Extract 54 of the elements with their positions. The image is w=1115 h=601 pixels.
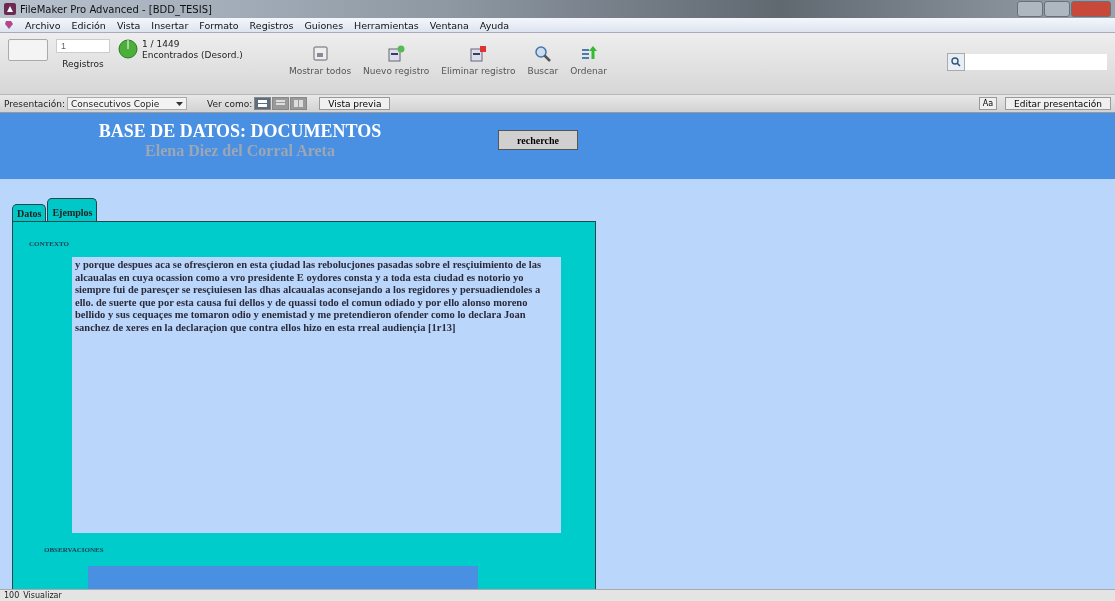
list-view-icon: [276, 100, 286, 107]
menu-item[interactable]: Edición: [71, 19, 106, 31]
toolbar-button[interactable]: Mostrar todos: [286, 39, 354, 76]
toolbar-button[interactable]: Buscar: [525, 39, 561, 76]
recherche-button[interactable]: recherche: [498, 130, 578, 150]
page-title: BASE DE DATOS: DOCUMENTOS: [98, 121, 382, 141]
found-status: Encontrados (Desord.): [142, 50, 243, 61]
record-navigator[interactable]: [8, 39, 48, 61]
menu-item[interactable]: Insertar: [151, 19, 189, 31]
maximize-button[interactable]: [1044, 1, 1070, 17]
menu-item[interactable]: Registros: [249, 19, 294, 31]
search-menu-icon[interactable]: [947, 53, 965, 71]
tab[interactable]: Ejemplos: [47, 198, 98, 221]
edit-layout-button[interactable]: Editar presentación: [1005, 97, 1111, 110]
menu-item[interactable]: Guiones: [304, 19, 344, 31]
app-icon: [4, 3, 16, 15]
toolbar-button[interactable]: Eliminar registro: [439, 39, 518, 76]
menu-item[interactable]: Formato: [199, 19, 239, 31]
text-field[interactable]: y porque despues aca se ofresçieron en esta çiudad las rebolucjones pasadas sobre el resçiuimiento de las alcaualas en cuya ocassion como a vro presidente E oydores consta y a toda esta ciudad es notorio yo siempre fui de paresçer se resçiuiesen las dhas alcaualas aconsejando a los regidores y persuadiendoles a ello. de suerte que por esta causa fui dellos y de quassi todo el comun odiado y por ello alonso moreno bellido y sus cequaçes me tomaron odio y enemistad y me pretendieron ofender como lo declara Joan sanchez de xeres en la declaraçion que contra ellos hizo en esta rreal audiençia [1r13]: [72, 257, 561, 533]
records-label: Registros: [62, 59, 104, 69]
search-icon: [533, 45, 552, 63]
record-number-field[interactable]: 1: [56, 39, 110, 53]
window-title: FileMaker Pro Advanced - [BDD_TESIS]: [20, 3, 212, 15]
preview-button[interactable]: Vista previa: [319, 97, 391, 110]
layout-label: Presentación:: [4, 98, 65, 109]
view-button[interactable]: [290, 97, 308, 110]
record-pie-icon: [118, 39, 138, 59]
tab[interactable]: Datos: [12, 204, 47, 221]
record-count: 1 / 1449: [142, 39, 181, 50]
font-button[interactable]: Aa: [978, 97, 998, 110]
search-field[interactable]: [965, 54, 1107, 70]
menu-item[interactable]: Vista: [116, 19, 141, 31]
menu-item[interactable]: Herramientas: [354, 19, 419, 31]
page-subtitle: Elena Diez del Corral Areta: [145, 141, 335, 161]
record-plus-icon: [387, 45, 406, 63]
view-button[interactable]: [254, 97, 272, 110]
menu-item[interactable]: Ventana: [429, 19, 469, 31]
menu-item[interactable]: Ayuda: [479, 19, 510, 31]
record-minus-icon: [469, 45, 488, 63]
zoom-level[interactable]: 100: [4, 591, 20, 600]
text-field[interactable]: [88, 566, 478, 589]
document-icon: [4, 20, 14, 30]
toolbar-button[interactable]: Nuevo registro: [361, 39, 432, 76]
layout-dropdown[interactable]: Consecutivos Copie: [67, 97, 187, 110]
menu-item[interactable]: Archivo: [25, 19, 61, 31]
form-view-icon: [258, 100, 268, 107]
window-icon: [311, 45, 329, 63]
caret-icon: [176, 101, 183, 106]
table-view-icon: [294, 100, 304, 107]
mode-label[interactable]: Visualizar: [23, 591, 62, 600]
toolbar-button[interactable]: Ordenar: [568, 39, 609, 76]
minimize-button[interactable]: [1017, 1, 1043, 17]
view-button[interactable]: [272, 97, 290, 110]
view-label: Ver como:: [207, 98, 253, 109]
